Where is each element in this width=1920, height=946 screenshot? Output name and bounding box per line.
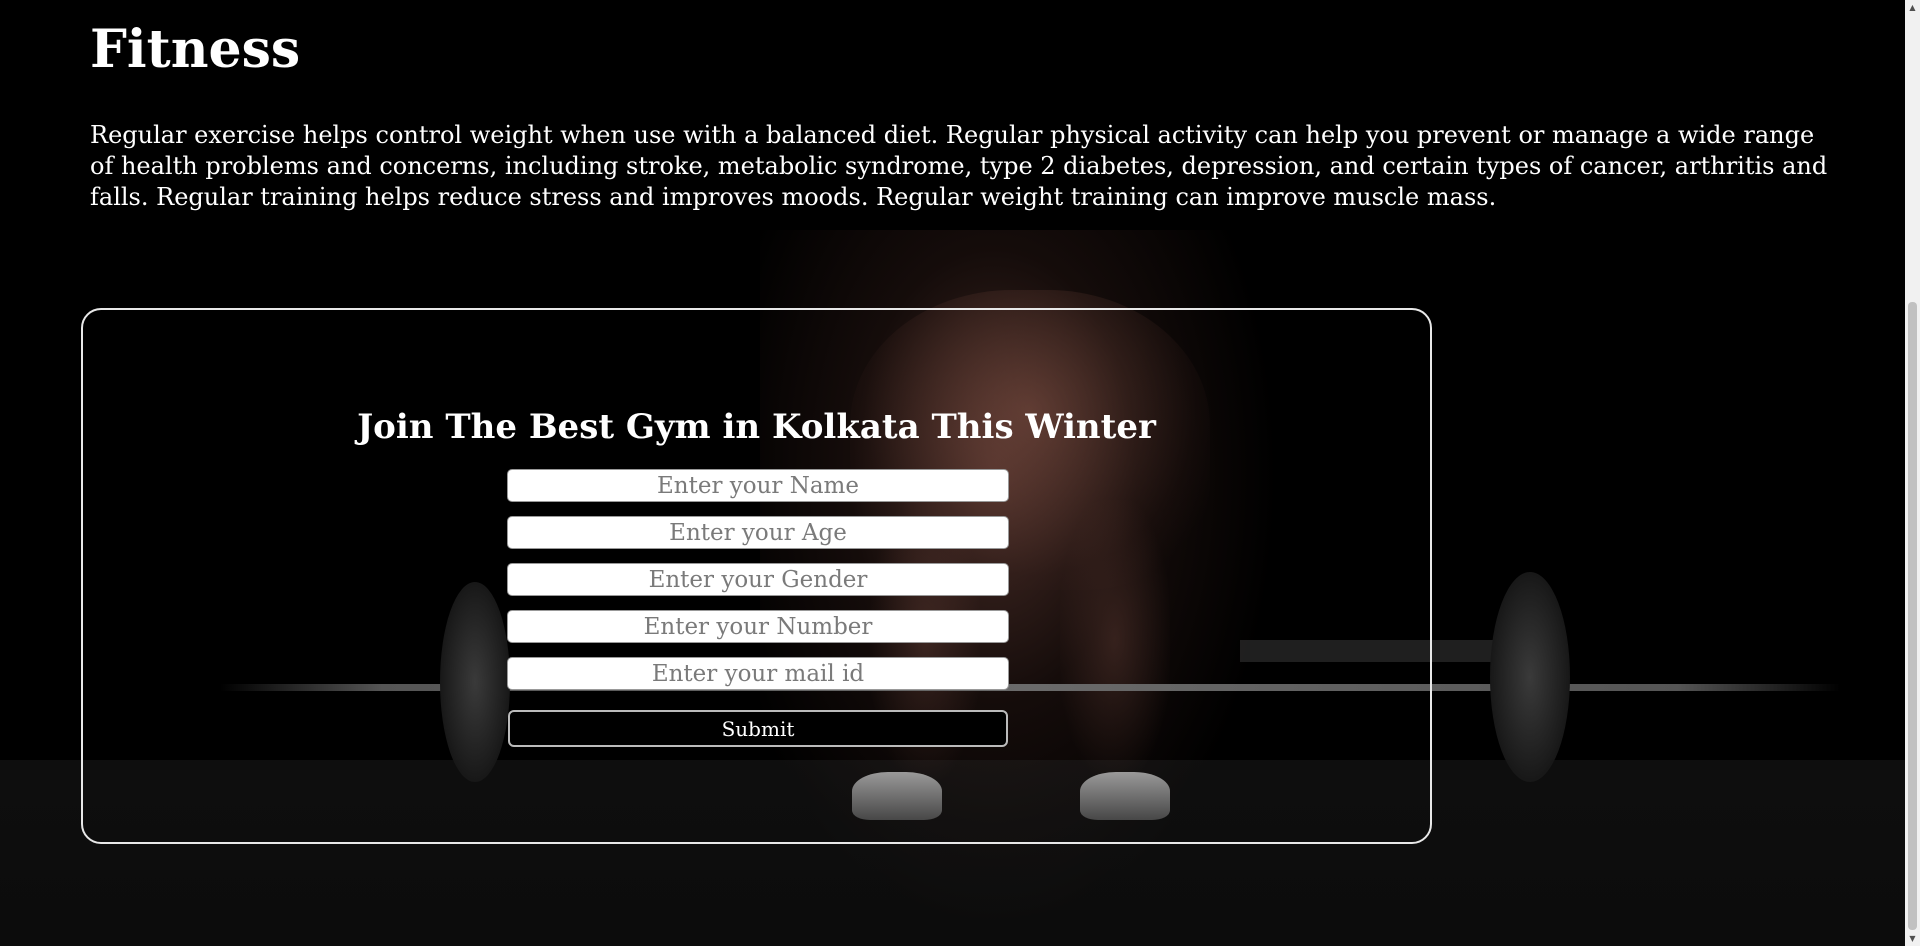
gender-input[interactable] [507, 563, 1009, 596]
submit-button[interactable]: Submit [508, 710, 1008, 747]
email-input[interactable] [507, 657, 1009, 690]
name-input[interactable] [507, 469, 1009, 502]
form-heading: Join The Best Gym in Kolkata This Winter [357, 407, 1156, 447]
phone-number-input[interactable] [507, 610, 1009, 643]
triangle-down-icon[interactable]: ▼ [1905, 931, 1920, 946]
vertical-scrollbar[interactable]: ▲ ▼ [1905, 0, 1920, 946]
signup-form-card: Join The Best Gym in Kolkata This Winter… [81, 308, 1432, 844]
page: Fitness Regular exercise helps control w… [0, 0, 1920, 946]
signup-form: Submit [507, 469, 1009, 747]
triangle-up-icon[interactable]: ▲ [1905, 0, 1920, 15]
age-input[interactable] [507, 516, 1009, 549]
intro-paragraph: Regular exercise helps control weight wh… [90, 121, 1828, 211]
page-title: Fitness [90, 19, 301, 80]
scrollbar-thumb[interactable] [1908, 302, 1917, 930]
intro-section: Fitness Regular exercise helps control w… [90, 16, 1830, 213]
